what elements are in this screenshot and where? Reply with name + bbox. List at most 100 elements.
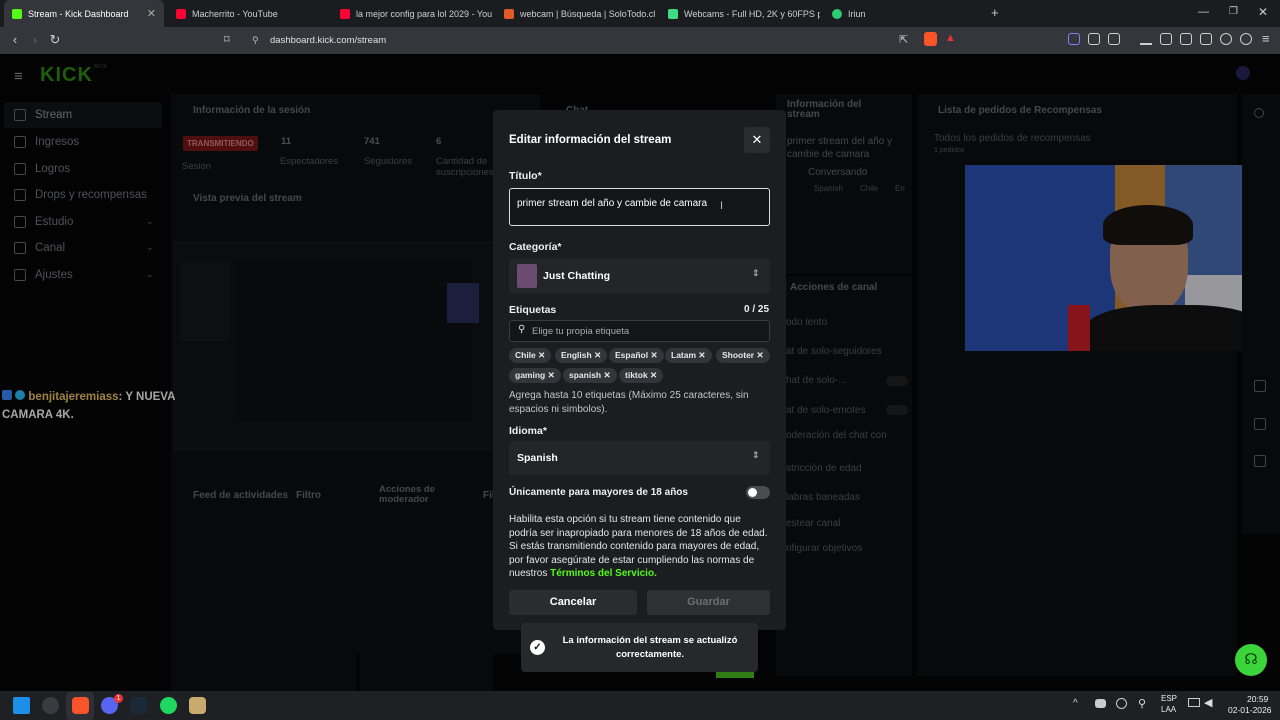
category-select[interactable]: Just Chatting ⇕: [509, 259, 770, 293]
close-window-icon[interactable]: ✕: [1258, 5, 1268, 19]
solotodo-favicon-icon: [504, 8, 514, 19]
volume-icon[interactable]: ◀: [1204, 696, 1212, 709]
vpn-icon[interactable]: [1240, 33, 1252, 45]
language-value: Spanish: [517, 452, 558, 464]
toggle-knob: [748, 488, 757, 497]
tag-chip[interactable]: English ✕: [555, 348, 608, 363]
youtube-favicon-icon: [340, 8, 350, 19]
tag-chip[interactable]: Chile ✕: [509, 348, 552, 363]
tab-youtube-1[interactable]: Macherrito - YouTube: [168, 0, 328, 27]
address-bar[interactable]: ⚲ dashboard.kick.com/stream: [248, 31, 963, 50]
remove-tag-icon[interactable]: ✕: [650, 350, 657, 360]
tray-chevron-icon[interactable]: ^: [1073, 698, 1078, 709]
tag-chip[interactable]: Latam ✕: [665, 348, 712, 363]
clock-date[interactable]: 02-01-2026: [1228, 705, 1271, 715]
brave-rewards-icon[interactable]: ▲: [945, 32, 956, 44]
close-tab-icon[interactable]: ✕: [147, 7, 156, 20]
discord-badge: 1: [114, 694, 123, 703]
language-field-label: Idioma*: [509, 425, 547, 437]
webcams-favicon-icon: [668, 8, 678, 19]
tab-solotodo[interactable]: webcam | Búsqueda | SoloTodo.cl: [496, 0, 656, 27]
title-input[interactable]: primer stream del año y cambie de camara…: [509, 188, 770, 226]
toast-message: La información del stream se actualizó c…: [562, 635, 738, 660]
adult-toggle-label: Únicamente para mayores de 18 años: [509, 487, 688, 498]
back-icon[interactable]: ‹: [4, 32, 26, 47]
save-button[interactable]: Guardar: [647, 590, 770, 615]
wallet-icon[interactable]: [1200, 33, 1212, 45]
download-icon[interactable]: [1140, 33, 1152, 45]
league-icon[interactable]: [189, 697, 206, 714]
tag-label: Latam: [671, 350, 697, 360]
tab-title: la mejor config para lol 2029 - YouTu: [356, 8, 492, 19]
adult-toggle[interactable]: [746, 486, 770, 499]
tags-field-label: Etiquetas: [509, 304, 557, 316]
new-tab-button[interactable]: +: [991, 5, 999, 20]
media-icon[interactable]: [1160, 33, 1172, 45]
tab-title: Macherrito - YouTube: [192, 8, 278, 19]
share-icon[interactable]: ⇱: [899, 33, 908, 46]
remove-tag-icon[interactable]: ✕: [548, 370, 555, 380]
cancel-button[interactable]: Cancelar: [509, 590, 637, 615]
tag-chip[interactable]: spanish ✕: [563, 368, 617, 383]
network-icon[interactable]: [1188, 698, 1200, 707]
tag-chip[interactable]: tiktok ✕: [619, 368, 664, 383]
category-field-label: Categoría*: [509, 241, 562, 253]
brave-shield-icon[interactable]: [924, 32, 937, 46]
remove-tag-icon[interactable]: ✕: [757, 350, 764, 360]
spotify-icon[interactable]: [160, 697, 177, 714]
terms-link[interactable]: Términos del Servicio.: [550, 568, 657, 579]
brave-icon[interactable]: [72, 697, 89, 714]
reload-icon[interactable]: ↻: [44, 32, 66, 48]
tab-webcams[interactable]: Webcams - Full HD, 2K y 60FPS para: [660, 0, 820, 27]
microphone-icon[interactable]: ⚲: [1138, 697, 1146, 710]
kick-favicon-icon: [12, 8, 22, 19]
leo-icon[interactable]: [1220, 33, 1232, 45]
tab-kick-dashboard[interactable]: Stream - Kick Dashboard ✕: [4, 0, 164, 27]
minimize-icon[interactable]: —: [1198, 6, 1209, 18]
remove-tag-icon[interactable]: ✕: [594, 350, 601, 360]
tag-label: English: [561, 350, 592, 360]
search-icon: ⚲: [518, 324, 526, 335]
screenshot-icon[interactable]: [1108, 33, 1120, 45]
tag-label: spanish: [569, 370, 602, 380]
tab-title: webcam | Búsqueda | SoloTodo.cl: [520, 8, 656, 19]
remove-tag-icon[interactable]: ✕: [650, 370, 657, 380]
forward-icon[interactable]: ›: [24, 32, 46, 47]
text-cursor-icon: I: [720, 200, 724, 212]
remove-tag-icon[interactable]: ✕: [538, 350, 545, 360]
modal-title: Editar información del stream: [509, 134, 672, 146]
clock-time[interactable]: 20:59: [1247, 694, 1268, 704]
restore-icon[interactable]: ❐: [1229, 6, 1238, 17]
extension-icon[interactable]: [1068, 33, 1080, 45]
menu-icon[interactable]: ≡: [1262, 31, 1270, 46]
tab-youtube-2[interactable]: la mejor config para lol 2029 - YouTu: [332, 0, 492, 27]
remove-tag-icon[interactable]: ✕: [698, 350, 705, 360]
keyboard-layout[interactable]: LAA: [1161, 705, 1176, 714]
site-info-icon[interactable]: ⚲: [252, 31, 259, 50]
adult-help-text: Habilita esta opción si tu stream tiene …: [509, 513, 771, 581]
close-icon[interactable]: ✕: [744, 127, 770, 153]
bookmark-icon[interactable]: ⌑: [224, 33, 230, 46]
browser-tab-bar: Stream - Kick Dashboard ✕ Macherrito - Y…: [0, 0, 1280, 27]
tags-input[interactable]: ⚲ Elige tu propia etiqueta: [509, 320, 770, 342]
success-toast: ✓ La información del stream se actualizó…: [521, 623, 758, 672]
language-select[interactable]: Spanish ⇕: [509, 441, 770, 475]
language-indicator[interactable]: ESP: [1161, 694, 1177, 703]
tag-chip[interactable]: gaming ✕: [509, 368, 561, 383]
puzzle-icon[interactable]: [1088, 33, 1100, 45]
obs-icon[interactable]: [42, 697, 59, 714]
tag-label: gaming: [515, 370, 546, 380]
tray-app-icon[interactable]: [1116, 698, 1127, 709]
sidebar-toggle-icon[interactable]: [1180, 33, 1192, 45]
discord-tray-icon[interactable]: [1095, 699, 1106, 708]
windows-start-icon[interactable]: [13, 697, 30, 714]
tab-iriun[interactable]: Iriun: [824, 0, 984, 27]
tab-title: Iriun: [848, 8, 866, 19]
support-chat-icon[interactable]: ☊: [1235, 644, 1267, 676]
check-icon: ✓: [530, 640, 545, 655]
steam-icon[interactable]: [130, 697, 147, 714]
tab-title: Stream - Kick Dashboard: [28, 8, 129, 19]
remove-tag-icon[interactable]: ✕: [604, 370, 611, 380]
tag-chip[interactable]: Shooter ✕: [716, 348, 770, 363]
tag-chip[interactable]: Español ✕: [609, 348, 664, 363]
